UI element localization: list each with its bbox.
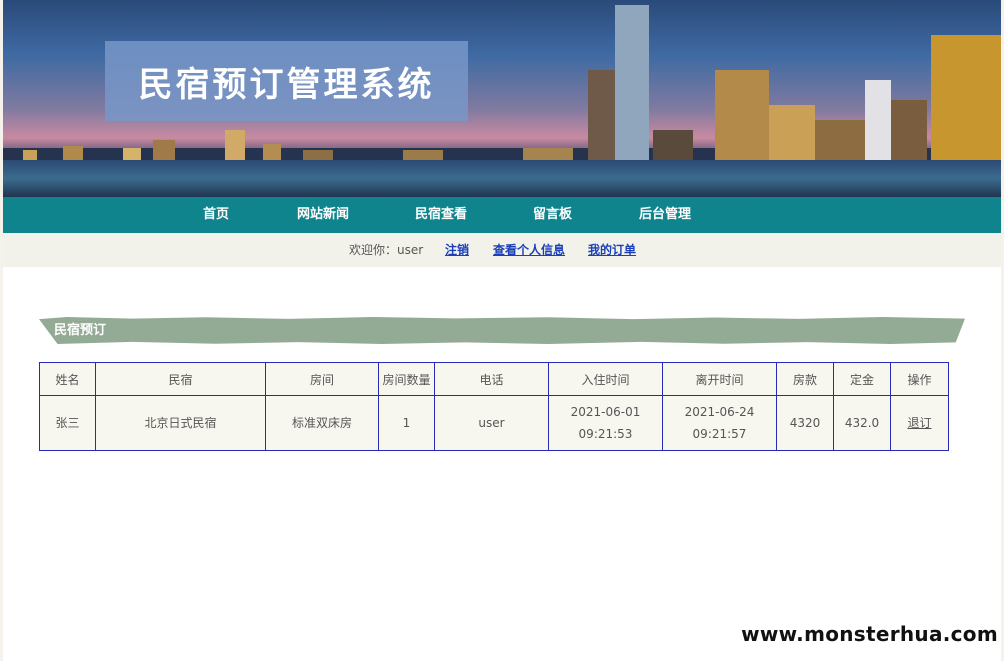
column-header: 房间: [265, 362, 379, 396]
cell-room-count: 1: [378, 395, 435, 451]
harbor-water: [3, 160, 1001, 197]
section-header-bar: [39, 317, 965, 344]
cell-name: 张三: [39, 395, 96, 451]
column-header: 定金: [833, 362, 891, 396]
checkout-time: 09:21:57: [692, 427, 747, 441]
column-header: 姓名: [39, 362, 96, 396]
watermark-text: www.monsterhua.com: [741, 622, 998, 646]
cell-homestay: 北京日式民宿: [95, 395, 266, 451]
profile-link[interactable]: 查看个人信息: [493, 233, 565, 267]
section-title: 民宿预订: [54, 323, 107, 338]
column-header: 操作: [890, 362, 949, 396]
cell-checkout: 2021-06-24 09:21:57: [662, 395, 777, 451]
nav-item-admin[interactable]: 后台管理: [639, 197, 691, 233]
table-row: 张三 北京日式民宿 标准双床房 1 user 2021-06-01 09:21:…: [39, 395, 949, 451]
page-frame: 民宿预订管理系统 首页 网站新闻 民宿查看 留言板 后台管理 欢迎你：user …: [3, 0, 1001, 661]
nav-item-home[interactable]: 首页: [203, 197, 229, 233]
checkin-time: 09:21:53: [578, 427, 633, 441]
column-header: 电话: [434, 362, 549, 396]
nav-item-guestbook[interactable]: 留言板: [533, 197, 572, 233]
table-header-row: 姓名 民宿 房间 房间数量 电话 入住时间 离开时间 房款 定金 操作: [39, 362, 949, 396]
column-header: 入住时间: [548, 362, 663, 396]
cell-action: 退订: [890, 395, 949, 451]
checkout-date: 2021-06-24: [684, 405, 755, 419]
cell-price: 4320: [776, 395, 834, 451]
welcome-text: 欢迎你：user: [349, 243, 424, 257]
my-orders-link[interactable]: 我的订单: [588, 233, 636, 267]
booking-table: 姓名 民宿 房间 房间数量 电话 入住时间 离开时间 房款 定金 操作 张三 北…: [39, 362, 949, 451]
cell-phone: user: [434, 395, 549, 451]
nav-item-homestays[interactable]: 民宿查看: [415, 197, 467, 233]
header-banner: 民宿预订管理系统: [3, 0, 1001, 197]
checkin-date: 2021-06-01: [570, 405, 641, 419]
cell-checkin: 2021-06-01 09:21:53: [548, 395, 663, 451]
column-header: 离开时间: [662, 362, 777, 396]
cancel-booking-link[interactable]: 退订: [907, 416, 931, 430]
column-header: 房间数量: [378, 362, 435, 396]
column-header: 民宿: [95, 362, 266, 396]
main-nav: 首页 网站新闻 民宿查看 留言板 后台管理: [3, 197, 1001, 233]
column-header: 房款: [776, 362, 834, 396]
logout-link[interactable]: 注销: [445, 233, 469, 267]
site-title: 民宿预订管理系统: [138, 64, 435, 105]
user-bar: 欢迎你：user 注销 查看个人信息 我的订单: [3, 233, 1001, 267]
cell-room: 标准双床房: [265, 395, 379, 451]
site-logo: 民宿预订管理系统: [105, 41, 468, 121]
nav-item-news[interactable]: 网站新闻: [297, 197, 349, 233]
cell-deposit: 432.0: [833, 395, 891, 451]
